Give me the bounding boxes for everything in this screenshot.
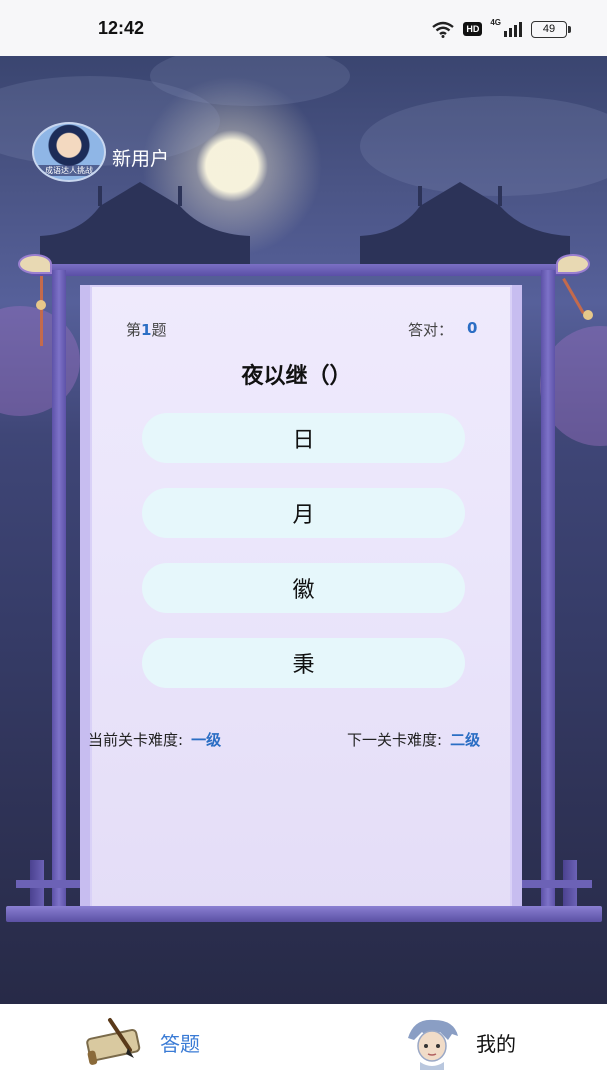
beam-ornament-right xyxy=(556,254,590,274)
correct-label: 答对： xyxy=(408,321,454,339)
beam-ornament-left xyxy=(18,254,52,274)
nav-label-mine: 我的 xyxy=(476,1031,516,1056)
tassel-left xyxy=(40,276,43,346)
answer-option-1[interactable]: 日 xyxy=(142,413,465,463)
hd-icon: HD xyxy=(463,22,483,36)
pavilion-roof-right xyxy=(360,182,570,266)
status-icons: HD 4G 49 xyxy=(431,18,571,40)
status-time: 12:42 xyxy=(98,18,145,38)
pavilion-roof-left xyxy=(40,182,250,266)
user-avatar[interactable]: 成语达人挑战 xyxy=(32,122,106,182)
profile-character-icon xyxy=(400,1014,464,1070)
frame-crossbar xyxy=(520,880,592,888)
network-type: 4G xyxy=(490,18,501,27)
question-number: 1 xyxy=(141,321,152,339)
current-level: 当前关卡难度: 一级 xyxy=(88,729,221,750)
scroll-brush-icon xyxy=(84,1014,148,1070)
tassel-bead xyxy=(36,300,46,310)
question-text-row: 夜以继（） xyxy=(0,358,607,390)
question-suffix: 题 xyxy=(151,321,167,339)
nav-tab-mine[interactable]: 我的 xyxy=(400,1012,516,1072)
answer-option-2[interactable]: 月 xyxy=(142,488,465,538)
nav-tab-quiz[interactable]: 答题 xyxy=(84,1012,200,1072)
tassel-bead xyxy=(583,310,593,320)
wifi-icon xyxy=(432,21,455,38)
question-text: 夜以继（） xyxy=(241,364,352,389)
scroll-frame-beam xyxy=(30,264,580,276)
avatar-caption: 成语达人挑战 xyxy=(34,165,104,176)
battery-icon: 49 xyxy=(531,20,571,38)
answer-option-4[interactable]: 秉 xyxy=(142,638,465,688)
signal-icon xyxy=(504,22,522,37)
next-level: 下一关卡难度: 二级 xyxy=(347,729,480,750)
next-level-value: 二级 xyxy=(450,731,481,749)
current-level-value: 一级 xyxy=(191,731,222,749)
username: 新用户 xyxy=(112,148,170,170)
current-level-label: 当前关卡难度: xyxy=(88,731,184,749)
next-level-label: 下一关卡难度: xyxy=(347,731,443,749)
correct-count: 0 xyxy=(467,319,478,337)
bottom-navigation: 答题 我的 xyxy=(0,1004,607,1080)
question-prefix: 第 xyxy=(126,321,142,339)
status-bar: 12:42 HD 4G 49 xyxy=(0,0,607,56)
answer-option-3[interactable]: 徽 xyxy=(142,563,465,613)
question-counter: 第1题 xyxy=(126,319,166,340)
nav-label-quiz: 答题 xyxy=(160,1031,200,1056)
frame-crossbar xyxy=(16,880,88,888)
scroll-frame-base xyxy=(6,906,602,922)
